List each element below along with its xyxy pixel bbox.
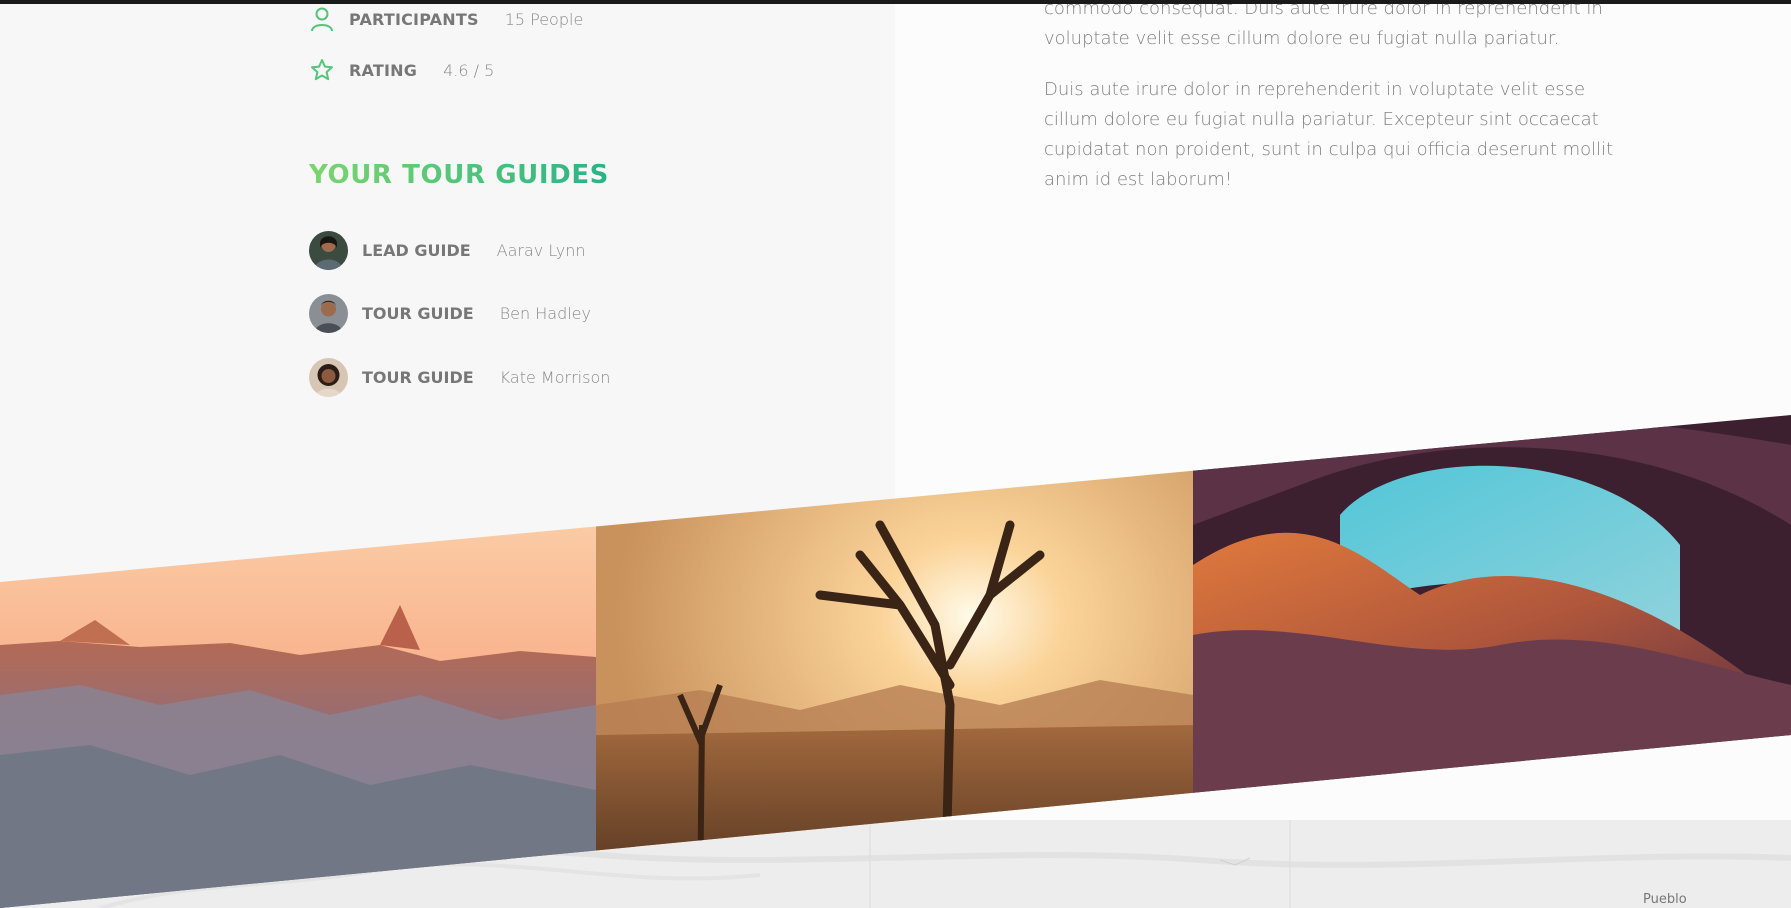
description-paragraph: Duis aute irure dolor in reprehenderit i…	[1044, 79, 1614, 190]
guide-item: LEAD GUIDE Aarav Lynn	[309, 230, 586, 270]
gallery-photo-canyon	[0, 415, 596, 908]
avatar	[309, 357, 348, 397]
tour-photo-gallery	[0, 415, 1791, 908]
fact-label: RATING	[349, 60, 418, 80]
guide-name: Ben Hadley	[499, 303, 591, 323]
avatar	[309, 230, 348, 270]
star-icon	[309, 57, 335, 83]
fact-value: 15 People	[504, 9, 584, 29]
gallery-photo-slot-canyon	[1193, 415, 1791, 908]
guide-role: TOUR GUIDE	[362, 367, 474, 387]
guide-name: Aarav Lynn	[496, 240, 586, 260]
guide-role: TOUR GUIDE	[362, 303, 474, 323]
guide-item: TOUR GUIDE Kate Morrison	[309, 357, 610, 397]
guide-name: Kate Morrison	[499, 367, 611, 387]
top-border	[0, 0, 1791, 4]
guide-role: LEAD GUIDE	[362, 240, 471, 260]
guide-item: TOUR GUIDE Ben Hadley	[309, 293, 591, 333]
description-paragraph: commodo consequat. Duis aute irure dolor…	[1044, 0, 1603, 49]
gallery-photo-desert	[596, 415, 1193, 908]
fact-participants: PARTICIPANTS 15 People	[309, 4, 583, 34]
user-icon	[309, 6, 335, 32]
fact-label: PARTICIPANTS	[349, 9, 479, 29]
fact-rating: RATING 4.6 / 5	[309, 55, 494, 85]
avatar	[309, 293, 348, 333]
tour-guides-heading: YOUR TOUR GUIDES	[309, 160, 610, 190]
fact-value: 4.6 / 5	[443, 60, 495, 80]
